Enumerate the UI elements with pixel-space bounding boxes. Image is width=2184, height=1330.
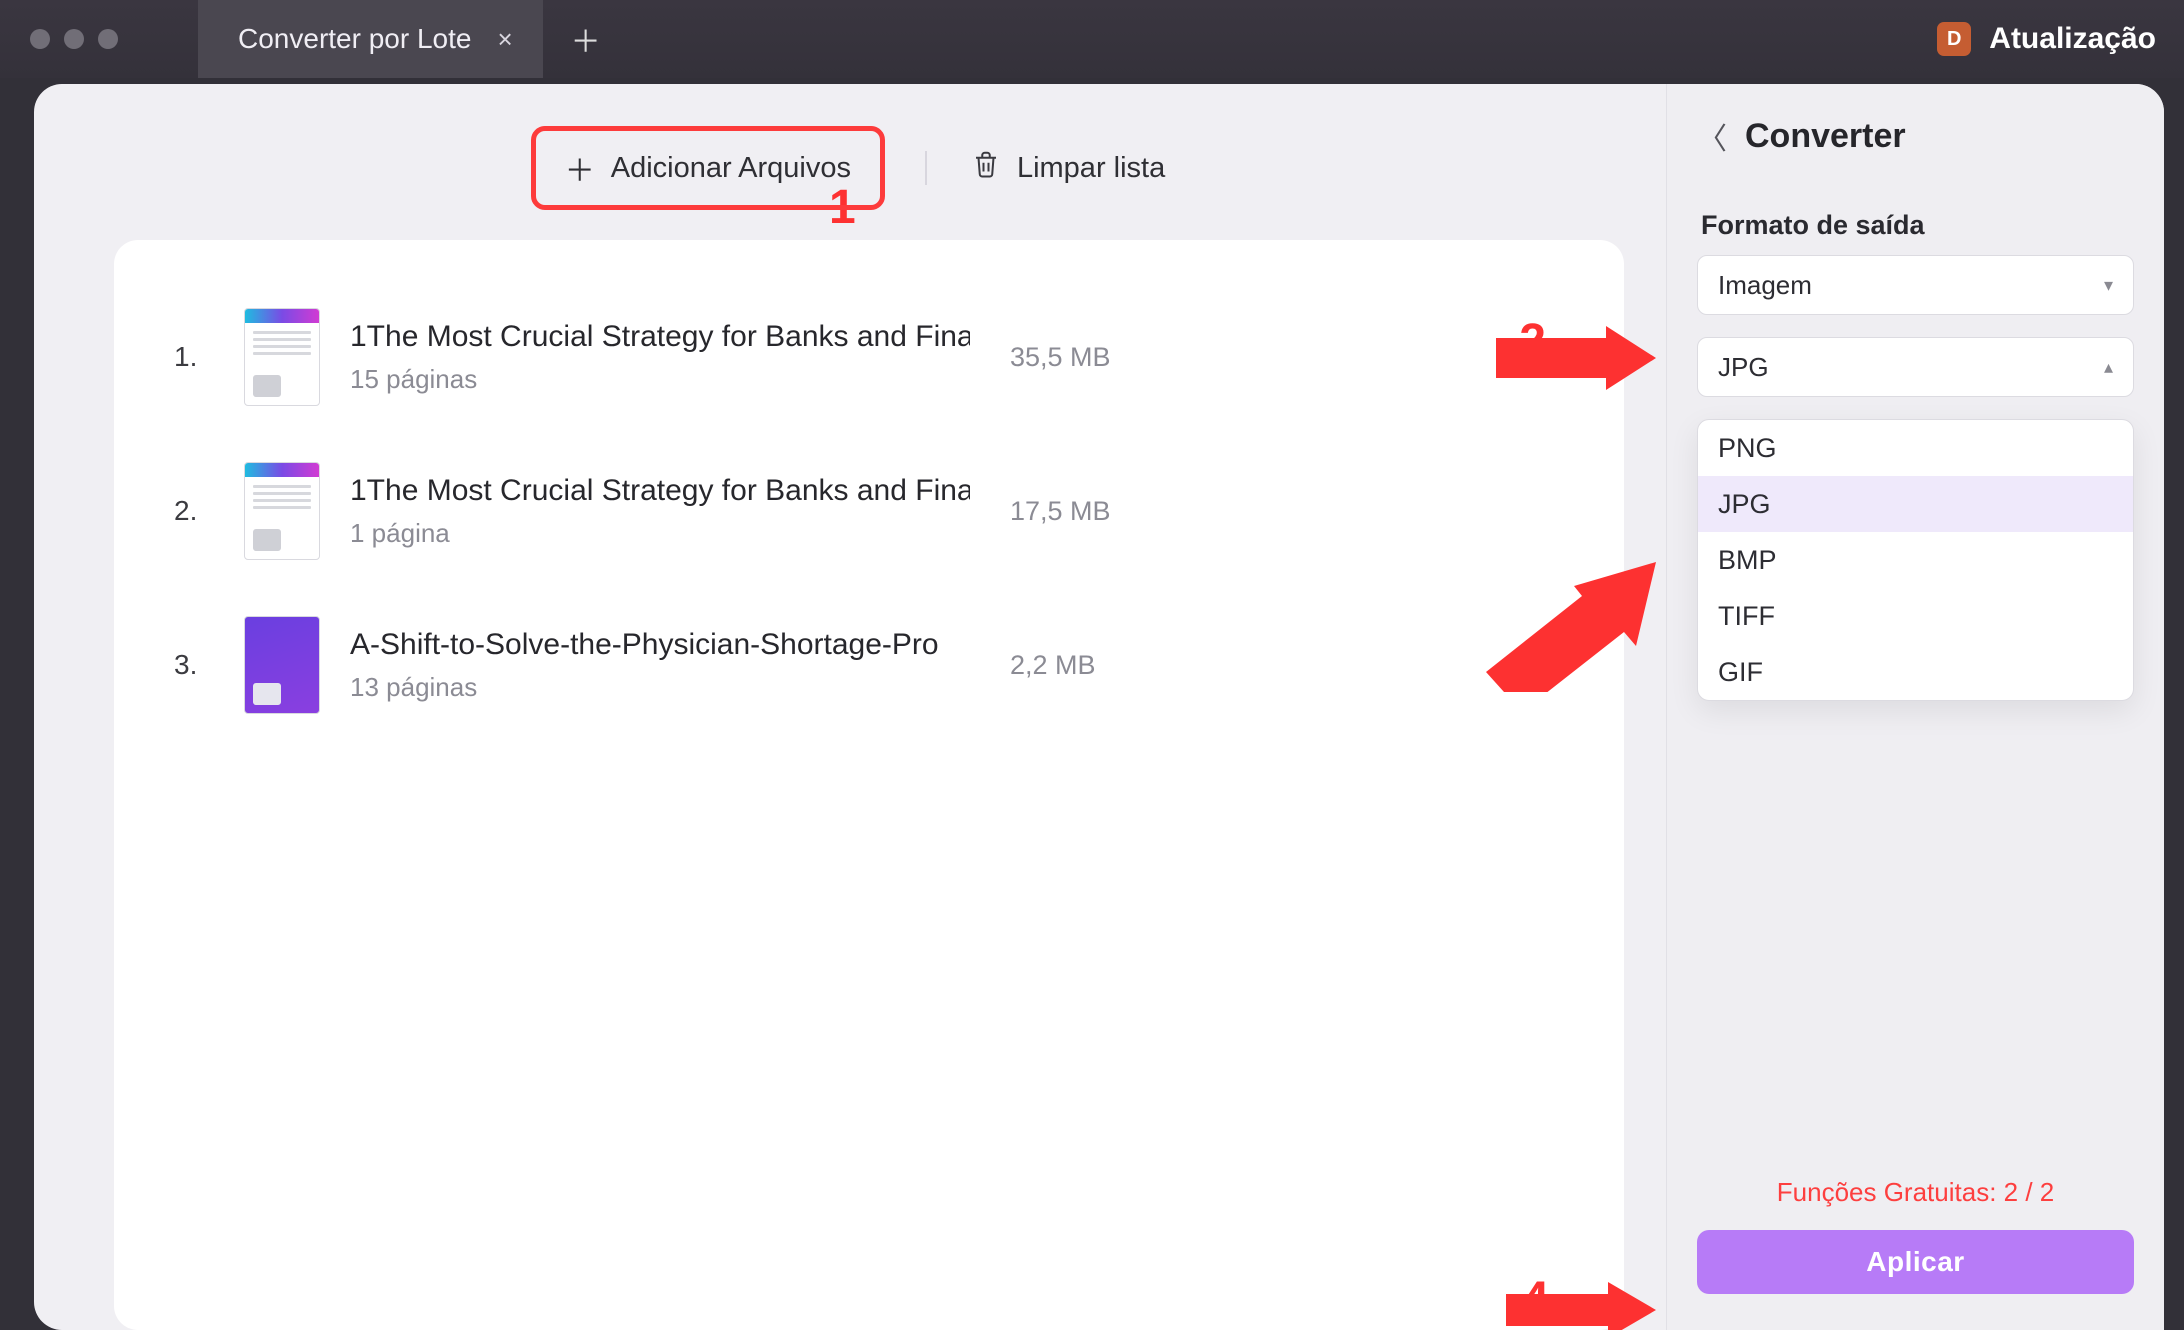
- file-info: A-Shift-to-Solve-the-Physician-Shortage-…: [350, 628, 970, 703]
- output-format-label: Formato de saída: [1701, 210, 2134, 241]
- format-option-png[interactable]: PNG: [1698, 420, 2133, 476]
- list-item[interactable]: 2. 1The Most Crucial Strategy for Banks …: [174, 434, 1564, 588]
- format-option-gif[interactable]: GIF: [1698, 644, 2133, 700]
- file-pagecount: 1 página: [350, 518, 970, 549]
- zoom-window-icon[interactable]: [98, 29, 118, 49]
- file-title: 1The Most Crucial Strategy for Banks and…: [350, 474, 970, 508]
- row-index: 2.: [174, 495, 214, 527]
- file-title: A-Shift-to-Solve-the-Physician-Shortage-…: [350, 628, 970, 662]
- convert-sidebar: 〈 Converter Formato de saída Imagem ▾ JP…: [1666, 84, 2164, 1330]
- window-controls: [0, 29, 118, 49]
- file-list: 1. 1The Most Crucial Strategy for Banks …: [114, 240, 1624, 1330]
- format-option-tiff[interactable]: TIFF: [1698, 588, 2133, 644]
- format-category-value: Imagem: [1718, 270, 1812, 301]
- file-info: 1The Most Crucial Strategy for Banks and…: [350, 474, 970, 549]
- file-thumbnail-icon: [244, 616, 320, 714]
- free-functions-note: Funções Gratuitas: 2 / 2: [1697, 1177, 2134, 1208]
- main-panel: 1 2 3 4 ＋ Adicionar Arquivos: [34, 84, 2164, 1330]
- add-files-button[interactable]: ＋ Adicionar Arquivos: [535, 130, 881, 206]
- annotation-arrow-2: [1496, 326, 1656, 390]
- file-thumbnail-icon: [244, 462, 320, 560]
- format-select[interactable]: JPG ▴: [1697, 337, 2134, 397]
- new-tab-button[interactable]: ＋: [571, 17, 601, 61]
- close-tab-icon[interactable]: ×: [497, 24, 512, 55]
- clear-list-button[interactable]: Limpar lista: [971, 149, 1165, 187]
- format-category-select[interactable]: Imagem ▾: [1697, 255, 2134, 315]
- tab-label: Converter por Lote: [238, 23, 471, 55]
- annotation-arrow-3: [1486, 562, 1656, 692]
- chevron-down-icon: ▾: [2104, 275, 2113, 296]
- file-title: 1The Most Crucial Strategy for Banks and…: [350, 320, 970, 354]
- annotation-arrow-4: [1506, 1282, 1656, 1330]
- sidebar-title: Converter: [1745, 117, 1906, 156]
- clear-list-label: Limpar lista: [1017, 152, 1165, 185]
- file-pagecount: 13 páginas: [350, 672, 970, 703]
- file-toolbar: ＋ Adicionar Arquivos Limpar lista: [34, 128, 1666, 208]
- minimize-window-icon[interactable]: [64, 29, 84, 49]
- format-option-jpg[interactable]: JPG: [1698, 476, 2133, 532]
- chevron-up-icon: ▴: [2104, 357, 2113, 378]
- format-option-bmp[interactable]: BMP: [1698, 532, 2133, 588]
- file-size: 17,5 MB: [1010, 496, 1111, 527]
- titlebar: Converter por Lote × ＋ D Atualização: [0, 0, 2184, 78]
- content-area: ＋ Adicionar Arquivos Limpar lista 1.: [34, 84, 1666, 1330]
- file-thumbnail-icon: [244, 308, 320, 406]
- format-dropdown: PNG JPG BMP TIFF GIF: [1697, 419, 2134, 701]
- format-value: JPG: [1718, 352, 1769, 383]
- row-index: 1.: [174, 341, 214, 373]
- list-item[interactable]: 1. 1The Most Crucial Strategy for Banks …: [174, 280, 1564, 434]
- file-size: 35,5 MB: [1010, 342, 1111, 373]
- close-window-icon[interactable]: [30, 29, 50, 49]
- row-index: 3.: [174, 649, 214, 681]
- list-item[interactable]: 3. A-Shift-to-Solve-the-Physician-Shorta…: [174, 588, 1564, 742]
- apply-button[interactable]: Aplicar: [1697, 1230, 2134, 1294]
- file-pagecount: 15 páginas: [350, 364, 970, 395]
- plus-icon: ＋: [565, 146, 595, 190]
- file-size: 2,2 MB: [1010, 650, 1096, 681]
- trash-icon: [971, 149, 1001, 187]
- update-link[interactable]: Atualização: [1989, 22, 2156, 56]
- toolbar-divider: [925, 151, 927, 185]
- file-info: 1The Most Crucial Strategy for Banks and…: [350, 320, 970, 395]
- user-badge[interactable]: D: [1937, 22, 1971, 56]
- tab-batch-convert[interactable]: Converter por Lote ×: [198, 0, 543, 78]
- back-icon[interactable]: 〈: [1697, 114, 1727, 158]
- add-files-label: Adicionar Arquivos: [611, 152, 851, 185]
